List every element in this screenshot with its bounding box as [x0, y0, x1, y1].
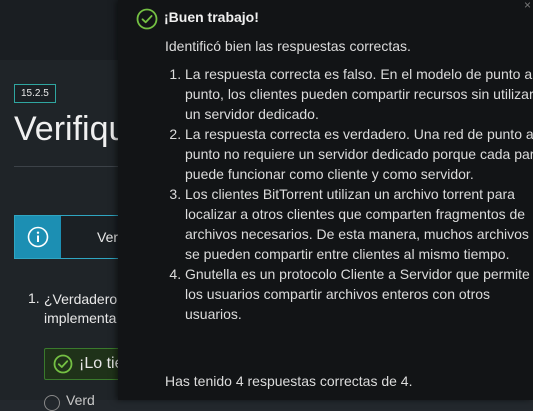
check-circle-icon — [136, 8, 158, 35]
feedback-popover: × ¡Buen trabajo! Identificó bien las res… — [118, 0, 533, 400]
check-circle-icon — [53, 354, 73, 379]
question-number: 1. — [28, 290, 40, 306]
divider — [14, 166, 124, 167]
explanation-item: La respuesta correcta es falso. En el mo… — [185, 64, 533, 124]
option-label: Verd — [66, 392, 95, 408]
explanation-item: Los clientes BitTorrent utilizan un arch… — [185, 184, 533, 264]
answer-feedback-label: ¡Lo tie — [79, 355, 124, 372]
answer-explanations: La respuesta correcta es falso. En el mo… — [165, 64, 533, 324]
score-summary: Has tenido 4 respuestas correctas de 4. — [165, 373, 413, 389]
info-label: Ver — [97, 229, 119, 245]
popover-subtitle: Identificó bien las respuestas correctas… — [165, 38, 411, 54]
close-icon[interactable]: × — [524, 0, 531, 12]
info-icon — [15, 216, 61, 258]
question-text: ¿Verdadero implementa — [44, 290, 117, 328]
question-line: ¿Verdadero — [44, 291, 118, 307]
radio-icon[interactable] — [44, 395, 60, 411]
question-line: implementa — [44, 310, 117, 326]
section-badge: 15.2.5 — [14, 84, 56, 103]
explanation-item: La respuesta correcta es verdadero. Una … — [185, 124, 533, 184]
popover-title: ¡Buen trabajo! — [164, 9, 259, 25]
explanation-item: Gnutella es un protocolo Cliente a Servi… — [185, 264, 533, 324]
